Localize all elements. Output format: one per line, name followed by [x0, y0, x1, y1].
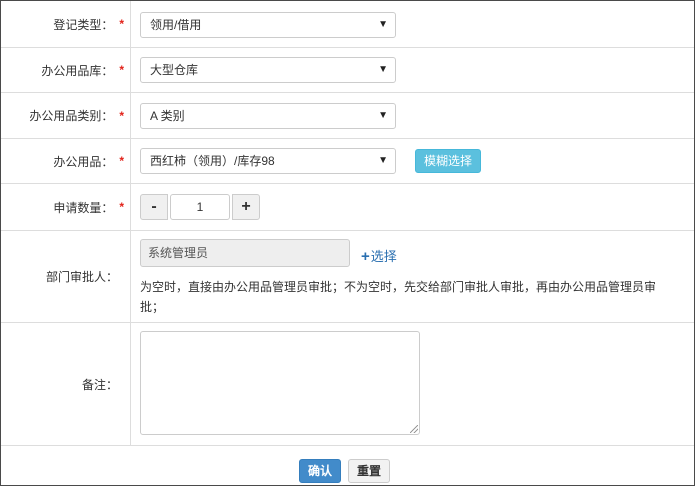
field-cell: 领用/借用 ▼	[132, 1, 694, 47]
label-cell: 登记类型： *	[1, 1, 131, 47]
category-label: 办公用品类别：	[29, 109, 114, 123]
required-mark: *	[119, 17, 124, 31]
warehouse-select[interactable]: 大型仓库 ▼	[140, 57, 396, 83]
quantity-label: 申请数量：	[53, 200, 114, 215]
required-mark: *	[119, 200, 124, 214]
plus-icon: +	[361, 248, 370, 265]
dropdown-caret-icon: ▼	[378, 155, 388, 166]
label-cell: 备注：	[1, 323, 131, 445]
register-type-select[interactable]: 领用/借用 ▼	[140, 12, 396, 38]
label-cell: 办公用品库： *	[1, 48, 131, 92]
row-approver: 部门审批人： 系统管理员 +选择 为空时，直接由办公用品管理员审批；不为空时，先…	[1, 231, 694, 323]
dropdown-caret-icon: ▼	[378, 64, 388, 75]
increment-button[interactable]: +	[232, 194, 260, 220]
warehouse-label: 办公用品库：	[41, 63, 114, 78]
approver-input[interactable]: 系统管理员	[140, 239, 350, 267]
item-select[interactable]: 西红柿（领用）/库存98 ▼	[140, 148, 396, 174]
category-value: A 类别	[150, 109, 185, 123]
select-approver-link[interactable]: +选择	[361, 246, 397, 265]
row-category: 办公用品类别： * A 类别 ▼	[1, 93, 694, 139]
required-mark: *	[119, 108, 124, 123]
confirm-button[interactable]: 确认	[299, 459, 341, 483]
row-warehouse: 办公用品库： * 大型仓库 ▼	[1, 48, 694, 93]
warehouse-value: 大型仓库	[150, 63, 199, 77]
field-cell: 系统管理员 +选择 为空时，直接由办公用品管理员审批；不为空时，先交给部门审批人…	[132, 231, 694, 322]
remark-label: 备注：	[81, 377, 118, 392]
label-cell: 办公用品： *	[1, 139, 131, 183]
approver-label: 部门审批人：	[45, 270, 118, 284]
fuzzy-select-button[interactable]: 模糊选择	[415, 149, 481, 173]
apply-form: 登记类型： * 领用/借用 ▼ 办公用品库： * 大型仓库 ▼ 办公用品类别： …	[0, 0, 695, 486]
required-mark: *	[119, 63, 124, 77]
label-cell: 办公用品类别： *	[1, 93, 131, 138]
register-type-value: 领用/借用	[150, 18, 202, 32]
remark-textarea[interactable]	[140, 331, 420, 435]
item-label: 办公用品：	[53, 154, 114, 169]
row-register-type: 登记类型： * 领用/借用 ▼	[1, 1, 694, 48]
field-cell	[132, 323, 694, 445]
row-quantity: 申请数量： * - 1 +	[1, 184, 694, 231]
category-select[interactable]: A 类别 ▼	[140, 103, 396, 129]
dropdown-caret-icon: ▼	[378, 110, 388, 121]
label-cell: 申请数量： *	[1, 184, 131, 230]
resize-grip-icon[interactable]	[410, 425, 418, 433]
form-actions: 确认 重置	[1, 447, 694, 485]
item-value: 西红柿（领用）/库存98	[150, 154, 275, 168]
field-cell: A 类别 ▼	[132, 93, 694, 138]
reset-button[interactable]: 重置	[348, 459, 390, 483]
field-cell: - 1 +	[132, 184, 694, 230]
row-item: 办公用品： * 西红柿（领用）/库存98 ▼ 模糊选择	[1, 139, 694, 184]
label-cell: 部门审批人：	[1, 231, 131, 322]
approver-hint: 为空时，直接由办公用品管理员审批；不为空时，先交给部门审批人审批，再由办公用品管…	[140, 280, 657, 314]
row-remark: 备注：	[1, 323, 694, 446]
register-type-label: 登记类型：	[53, 17, 114, 32]
field-cell: 大型仓库 ▼	[132, 48, 694, 92]
field-cell: 西红柿（领用）/库存98 ▼ 模糊选择	[132, 139, 694, 183]
decrement-button[interactable]: -	[140, 194, 168, 220]
required-mark: *	[119, 154, 124, 168]
quantity-input[interactable]: 1	[170, 194, 230, 220]
dropdown-caret-icon: ▼	[378, 19, 388, 30]
select-approver-label: 选择	[370, 249, 397, 264]
